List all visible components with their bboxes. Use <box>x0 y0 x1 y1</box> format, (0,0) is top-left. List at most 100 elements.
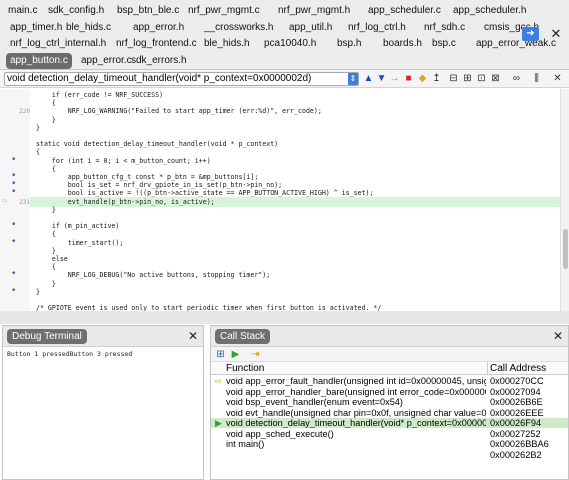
code-line[interactable]: NRF_LOG_DEBUG("No active buttons, stoppi… <box>36 271 270 280</box>
debug-terminal-title[interactable]: Debug Terminal <box>7 329 87 344</box>
stop-icon[interactable]: ■ <box>402 72 415 85</box>
code-line[interactable]: NRF_LOG_WARNING("Failed to start app_tim… <box>36 107 322 116</box>
breakpoint-icon[interactable]: ◆ <box>416 72 429 85</box>
call-stack-row[interactable]: void evt_handle(unsigned char pin=0x0f, … <box>211 408 568 418</box>
debug-terminal-pane: Debug Terminal ✕ Button 1 pressedButton … <box>2 325 204 480</box>
scrollbar-thumb[interactable] <box>563 229 568 269</box>
go-to-icon[interactable]: → <box>388 72 401 85</box>
editor-scrollbar[interactable] <box>560 89 569 311</box>
call-stack-address: 0x000262B2 <box>490 449 542 460</box>
call-stack-function: void app_error_handler_bare(unsigned int… <box>226 386 486 397</box>
breakpoint-location-icon[interactable]: • <box>11 188 16 197</box>
step-icon[interactable]: ↥ <box>430 72 443 85</box>
code-line[interactable]: static void detection_delay_timeout_hand… <box>36 140 278 149</box>
debug-terminal-header: Debug Terminal ✕ <box>3 326 203 347</box>
tab-app-scheduler-c[interactable]: app_scheduler.c <box>364 3 445 19</box>
code-line[interactable]: for (int i = 0; i < m_button_count; i++) <box>36 157 211 166</box>
prev-function-icon[interactable]: ▲ <box>362 72 375 85</box>
breakpoint-location-icon[interactable]: • <box>11 155 16 165</box>
call-stack-row[interactable]: void app_sched_execute() 0x00027252 <box>211 429 568 439</box>
call-stack-function: int main() <box>226 439 265 449</box>
split-icon[interactable]: ⫼ <box>530 72 543 85</box>
function-selector[interactable]: void detection_delay_timeout_handler(voi… <box>4 72 359 86</box>
tab-pca10040-h[interactable]: pca10040.h <box>260 36 320 52</box>
tab-bsp-h[interactable]: bsp.h <box>333 36 365 52</box>
step-out-icon[interactable]: ⇥ <box>249 348 262 361</box>
call-stack-address: 0x00026F94 <box>490 418 542 428</box>
tab-app-error-h[interactable]: app_error.h <box>129 20 188 36</box>
close-tab-icon[interactable]: ✕ <box>549 26 563 42</box>
code-line[interactable]: evt_handle(p_btn->pin_no, is_active); <box>36 198 215 207</box>
tab-bsp-c[interactable]: bsp.c <box>428 36 460 52</box>
tab-nrf-log-frontend-c[interactable]: nrf_log_frontend.c <box>112 36 201 52</box>
tab-app-button-c[interactable]: app_button.c <box>6 53 72 69</box>
tab-boards-h[interactable]: boards.h <box>379 36 426 52</box>
call-stack-address: 0x00026BBA6 <box>490 439 549 449</box>
tab-app-timer-h[interactable]: app_timer.h <box>6 20 66 36</box>
file-tab-bar: main.c sdk_config.h bsp_btn_ble.c nrf_pwr_m… <box>0 0 569 70</box>
tab-sdk-errors-h[interactable]: sdk_errors.h <box>127 53 191 69</box>
call-stack-row[interactable]: void bsp_event_handler(enum event=0x54) 0… <box>211 397 568 407</box>
tab-app-util-h[interactable]: app_util.h <box>285 20 336 36</box>
code-line[interactable]: } <box>36 206 56 215</box>
next-function-icon[interactable]: ▼ <box>375 72 388 85</box>
tab-nrf-pwr-mgmt-h[interactable]: nrf_pwr_mgmt.h <box>274 3 354 19</box>
play-icon[interactable]: ▶ <box>229 348 242 361</box>
bookmark-next-icon[interactable]: ⊞ <box>461 72 474 85</box>
chevron-down-icon: ⇕ <box>348 73 358 85</box>
column-function[interactable]: Function <box>226 362 264 375</box>
call-stack-address: 0x00027094 <box>490 386 541 397</box>
breakpoint-location-icon[interactable]: • <box>11 270 16 279</box>
bookmark-icon[interactable]: ⊟ <box>447 72 460 85</box>
function-selector-value: void detection_delay_timeout_handler(voi… <box>7 73 312 84</box>
code-line[interactable]: /* GPIOTE event is used only to start pe… <box>36 304 381 311</box>
call-stack-row[interactable]: void app_error_handler_bare(unsigned int… <box>211 387 568 397</box>
call-stack-row[interactable]: ⇨ void app_error_fault_handler(unsigned i… <box>211 376 568 386</box>
tab-main-c[interactable]: main.c <box>4 3 41 19</box>
tab-ble-hids-h[interactable]: ble_hids.h <box>200 36 254 52</box>
call-stack-row[interactable]: ▶ void detection_delay_timeout_handler(vo… <box>211 418 568 428</box>
bookmark-clear-icon[interactable]: ⊠ <box>489 72 502 85</box>
line-gutter[interactable]: 220 • • • • 231 ⇨ • • • • <box>0 89 30 311</box>
execution-arrow-icon: ⇨ <box>214 376 223 386</box>
call-stack-function: void detection_delay_timeout_handler(voi… <box>226 418 486 428</box>
tab-nrf-sdh-c[interactable]: nrf_sdh.c <box>420 20 469 36</box>
bookmark-prev-icon[interactable]: ⊡ <box>475 72 488 85</box>
call-stack-address: 0x00026B6E <box>490 397 543 407</box>
call-stack-row[interactable]: int main() 0x00026BBA6 <box>211 439 568 449</box>
code-line[interactable]: } <box>36 124 40 133</box>
call-stack-row[interactable]: 0x000262B2 <box>211 450 568 460</box>
close-icon[interactable]: ✕ <box>553 329 563 344</box>
column-call-address[interactable]: Call Address <box>490 362 546 375</box>
code-editor[interactable]: 220 • • • • 231 ⇨ • • • • if (err_code != NRF_SUCC… <box>0 89 560 311</box>
breakpoint-location-icon[interactable]: • <box>11 237 16 247</box>
tab-bsp-btn-ble-c[interactable]: bsp_btn_ble.c <box>113 3 183 19</box>
code-line[interactable]: } <box>36 288 40 297</box>
tab-nrf-log-ctrl-h[interactable]: nrf_log_ctrl.h <box>344 20 410 36</box>
pane-splitter[interactable] <box>0 311 569 324</box>
glasses-icon[interactable]: ∞ <box>510 72 523 85</box>
view-icon[interactable]: ⊞ <box>214 348 227 361</box>
tab-app-error-weak-c[interactable]: app_error_weak.c <box>472 36 560 52</box>
tab-ble-hids-c[interactable]: ble_hids.c <box>62 20 115 36</box>
close-editor-icon[interactable]: ✕ <box>551 72 564 85</box>
call-stack-function: void app_error_fault_handler(unsigned in… <box>226 376 486 386</box>
tab-nrf-pwr-mgmt-c[interactable]: nrf_pwr_mgmt.c <box>184 3 264 19</box>
tab-list-arrow-icon[interactable]: ➜ <box>522 27 539 41</box>
tab-sdk-config-h[interactable]: sdk_config.h <box>44 3 108 19</box>
call-stack-toolbar: ⊞ ▶ ⇥ <box>211 347 568 362</box>
call-stack-function: void evt_handle(unsigned char pin=0x0f, … <box>226 407 486 418</box>
call-stack-address: 0x000270CC <box>490 376 544 386</box>
call-stack-address: 0x00026EEE <box>490 407 544 418</box>
call-stack-title[interactable]: Call Stack <box>215 329 271 344</box>
tab-nrf-log-ctrl-internal-h[interactable]: nrf_log_ctrl_internal.h <box>6 36 110 52</box>
current-frame-icon: ▶ <box>215 418 222 428</box>
tab-crossworks-h[interactable]: __crossworks.h <box>200 20 277 36</box>
close-icon[interactable]: ✕ <box>188 329 198 344</box>
breakpoint-location-icon[interactable]: • <box>11 221 16 230</box>
execution-arrow-icon: ⇨ <box>2 195 8 206</box>
tab-app-scheduler-h[interactable]: app_scheduler.h <box>449 3 530 19</box>
call-stack-function: void bsp_event_handler(enum event=0x54) <box>226 397 403 407</box>
call-stack-function: void app_sched_execute() <box>226 428 334 439</box>
breakpoint-location-icon[interactable]: • <box>11 286 16 296</box>
